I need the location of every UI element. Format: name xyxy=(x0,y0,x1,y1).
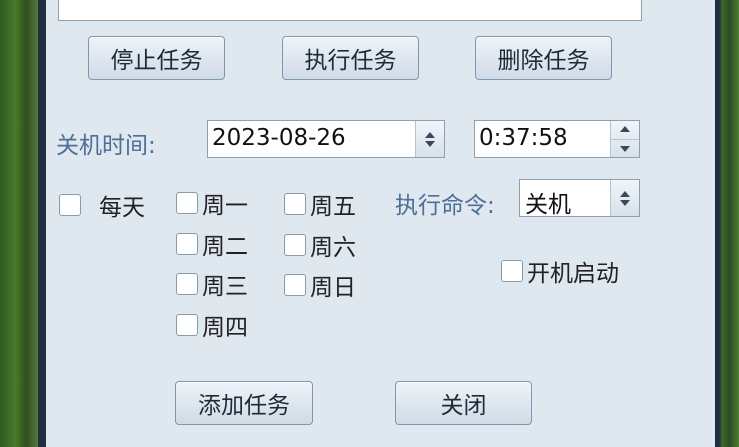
time-spin-arrows[interactable] xyxy=(610,121,639,157)
date-spinbox[interactable]: 2023-08-26 xyxy=(207,120,445,158)
mon-checkbox[interactable]: 周一 xyxy=(176,186,248,220)
command-value: 关机 xyxy=(525,192,571,218)
task-list[interactable] xyxy=(58,0,642,21)
chevron-down-icon[interactable] xyxy=(620,146,630,152)
fri-box[interactable] xyxy=(284,193,306,215)
shutdown-time-label: 关机时间: xyxy=(56,133,156,159)
tue-checkbox[interactable]: 周二 xyxy=(176,227,248,261)
delete-task-button[interactable]: 删除任务 xyxy=(475,36,612,80)
time-spinbox[interactable]: 0:37:58 xyxy=(474,120,640,158)
date-spin-arrows[interactable] xyxy=(415,121,444,157)
chevron-up-icon[interactable] xyxy=(425,132,435,138)
startup-checkbox[interactable]: 开机启动 xyxy=(501,254,619,288)
daily-checkbox[interactable]: 每天 xyxy=(59,188,145,222)
daily-box[interactable] xyxy=(59,194,81,216)
thu-label: 周四 xyxy=(202,315,248,341)
mon-label: 周一 xyxy=(202,193,248,219)
run-task-label: 执行任务 xyxy=(304,48,397,74)
stop-task-label: 停止任务 xyxy=(110,48,203,74)
sat-box[interactable] xyxy=(284,234,306,256)
delete-task-label: 删除任务 xyxy=(497,48,590,74)
date-value: 2023-08-26 xyxy=(212,125,346,151)
startup-label: 开机启动 xyxy=(527,261,619,287)
command-select-arrows[interactable] xyxy=(610,180,639,216)
wed-label: 周三 xyxy=(202,274,248,300)
sun-box[interactable] xyxy=(284,274,306,296)
sat-checkbox[interactable]: 周六 xyxy=(284,228,356,262)
fri-checkbox[interactable]: 周五 xyxy=(284,187,356,221)
fri-label: 周五 xyxy=(310,194,356,220)
tue-label: 周二 xyxy=(202,234,248,260)
chevron-up-icon[interactable] xyxy=(620,191,630,197)
thu-box[interactable] xyxy=(176,314,198,336)
run-task-button[interactable]: 执行任务 xyxy=(282,36,419,80)
chevron-up-icon[interactable] xyxy=(620,126,630,132)
tue-box[interactable] xyxy=(176,233,198,255)
command-label: 执行命令: xyxy=(395,193,495,219)
chevron-down-icon[interactable] xyxy=(620,200,630,206)
command-select[interactable]: 关机 xyxy=(519,179,640,218)
close-button[interactable]: 关闭 xyxy=(395,381,532,425)
sun-checkbox[interactable]: 周日 xyxy=(284,268,356,302)
window-border-left xyxy=(38,0,46,447)
sun-label: 周日 xyxy=(310,275,356,301)
sat-label: 周六 xyxy=(310,235,356,261)
desktop-background-right xyxy=(715,0,739,447)
chevron-down-icon[interactable] xyxy=(425,141,435,147)
time-value: 0:37:58 xyxy=(479,125,568,151)
close-label: 关闭 xyxy=(440,393,487,419)
spin-divider xyxy=(611,139,639,140)
mon-box[interactable] xyxy=(176,192,198,214)
add-task-label: 添加任务 xyxy=(198,393,290,419)
daily-label: 每天 xyxy=(99,195,145,221)
startup-box[interactable] xyxy=(501,260,523,282)
stop-task-button[interactable]: 停止任务 xyxy=(88,36,225,80)
thu-checkbox[interactable]: 周四 xyxy=(176,308,248,342)
wed-checkbox[interactable]: 周三 xyxy=(176,267,248,301)
add-task-button[interactable]: 添加任务 xyxy=(175,381,313,425)
wed-box[interactable] xyxy=(176,273,198,295)
